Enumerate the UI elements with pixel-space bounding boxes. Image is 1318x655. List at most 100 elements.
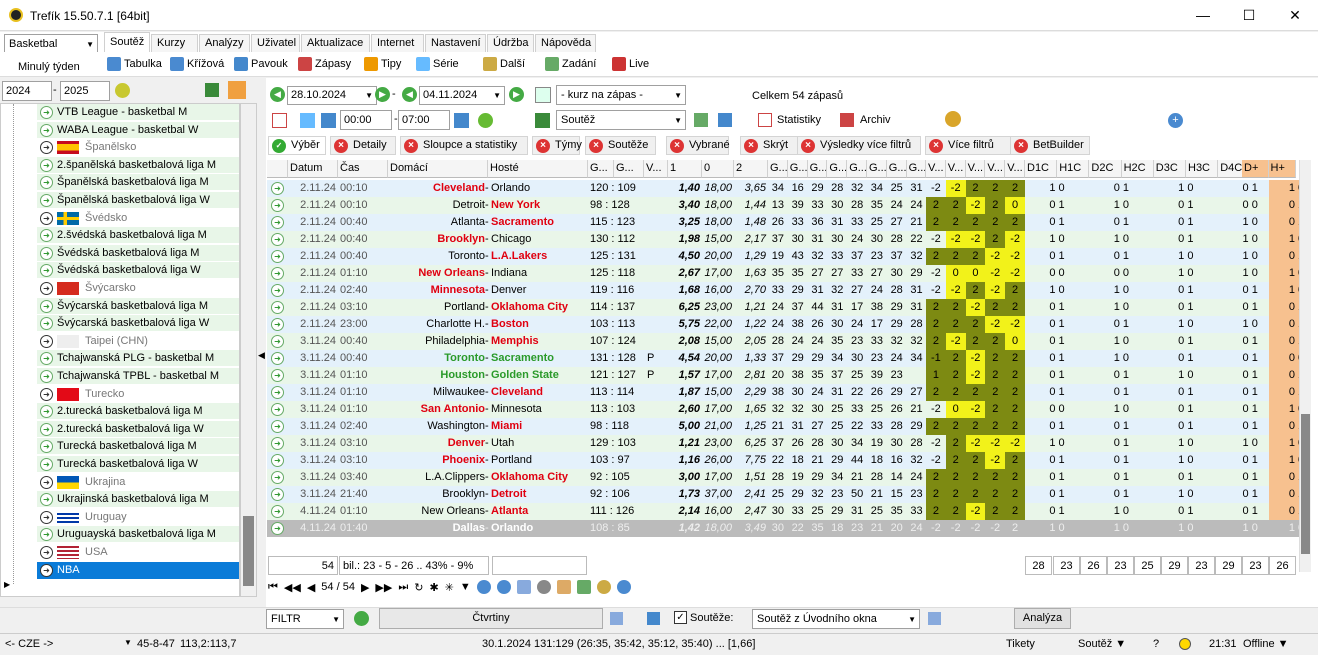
column-header[interactable]: D1C <box>1025 160 1058 178</box>
first-icon[interactable] <box>300 113 315 128</box>
expand-icon[interactable]: ➜ <box>40 334 53 348</box>
menu-tab[interactable]: Údržba <box>487 34 534 52</box>
table-row[interactable]: ➜ 4.11.24 01:10 New Orleans Atlanta - 111 : 12… <box>267 503 1299 520</box>
table-row[interactable]: ➜ 3.11.24 21:40 Brooklyn Detroit - 92 : 106 1,7… <box>267 486 1299 503</box>
expand-icon[interactable]: ➜ <box>40 458 53 471</box>
grid-icon[interactable] <box>694 113 708 127</box>
filter-select[interactable]: FILTR ▼ <box>266 609 344 629</box>
prev-date-button[interactable]: ◀ <box>270 87 285 102</box>
archive-button[interactable]: Archiv <box>860 114 891 126</box>
year-to-spinner[interactable]: 2025 <box>60 81 110 101</box>
column-header[interactable]: G... <box>906 160 927 178</box>
close-button[interactable]: ✕ <box>1272 0 1318 31</box>
table-row[interactable]: ➜ 3.11.24 03:10 Denver Utah - 129 : 103 1,21 23,… <box>267 435 1299 452</box>
expand-icon[interactable]: ➜ <box>40 387 53 401</box>
money-icon[interactable] <box>535 113 550 128</box>
menu-tab[interactable]: Soutěž <box>104 32 150 52</box>
column-header[interactable]: Domácí <box>388 160 488 178</box>
expand-icon[interactable]: ➜ <box>40 317 53 331</box>
column-header[interactable]: V... <box>945 160 966 178</box>
expand-icon[interactable]: ➜ <box>40 475 53 489</box>
menu-tab[interactable]: Internet <box>371 34 424 52</box>
league-item[interactable]: ➜ 2.turecká basketbalová liga M <box>37 403 239 421</box>
league-item[interactable]: ➜ 2.španělská basketbalová liga M <box>37 156 239 174</box>
country-item[interactable]: ➜ Uruguay <box>37 508 239 526</box>
minimize-button[interactable]: — <box>1180 0 1226 31</box>
league-item[interactable]: ➜ Tchajwanská TPBL - basketbal M <box>37 368 239 385</box>
filter-tab[interactable]: × Soutěže <box>585 136 656 155</box>
expand-icon[interactable]: ➜ <box>40 405 53 419</box>
go-arrow-icon[interactable]: ➜ <box>271 250 284 263</box>
expand-icon[interactable]: ➜ <box>40 440 53 454</box>
year-from-spinner[interactable]: 2024 <box>2 81 52 101</box>
expand-icon[interactable]: ➜ <box>40 176 53 190</box>
country-item[interactable]: ➜ Španělsko <box>37 139 239 157</box>
ball-icon[interactable] <box>115 83 130 98</box>
analyza-button[interactable]: Analýza <box>1014 608 1071 629</box>
table-row[interactable]: ➜ 3.11.24 01:10 Milwaukee Cleveland - 113 : 11… <box>267 384 1299 401</box>
table-row[interactable]: ➜ 2.11.24 00:10 Cleveland Orlando - 120 : 109 1… <box>267 180 1299 197</box>
go-arrow-icon[interactable]: ➜ <box>271 301 284 314</box>
league-item-selected[interactable]: ➜ NBA <box>37 561 239 579</box>
apply-filter-icon[interactable] <box>354 611 369 626</box>
online-status[interactable]: Offline ▼ <box>1243 638 1289 650</box>
stats-button[interactable]: Statistiky <box>777 114 821 126</box>
search-icon[interactable] <box>476 580 491 594</box>
go-arrow-icon[interactable]: ➜ <box>271 182 284 195</box>
expand-icon[interactable]: ➜ <box>40 528 53 542</box>
expand-icon[interactable]: ➜ <box>40 123 53 137</box>
column-header[interactable]: H2C <box>1121 160 1154 178</box>
column-header[interactable]: G... <box>787 160 808 178</box>
table-row[interactable]: ➜ 3.11.24 00:40 Toronto Sacramento - 131 : 128… <box>267 350 1299 367</box>
column-header[interactable]: D3C <box>1153 160 1186 178</box>
menu-tab[interactable]: Analýzy <box>199 34 250 52</box>
prev-page-button[interactable]: ◀◀ <box>284 581 301 594</box>
filter-icon[interactable]: ▼ <box>460 581 471 593</box>
league-item[interactable]: ➜ WABA League - basketbal W <box>37 121 239 139</box>
confirm-icon[interactable] <box>478 113 493 128</box>
coins-icon[interactable] <box>596 580 611 594</box>
table-row[interactable]: ➜ 2.11.24 00:40 Atlanta Sacramento - 115 : 123… <box>267 214 1299 231</box>
table-row[interactable]: ➜ 3.11.24 01:10 San Antonio Minnesota - 113 : … <box>267 401 1299 418</box>
gear-icon[interactable] <box>536 580 551 594</box>
toolbar-series-button[interactable]: Série <box>416 57 459 71</box>
go-arrow-icon[interactable]: ➜ <box>271 505 284 518</box>
country-item[interactable]: ➜ USA <box>37 544 239 561</box>
expand-icon[interactable]: ➜ <box>40 141 53 155</box>
expand-icon[interactable]: ➜ <box>40 546 53 559</box>
league-item[interactable]: ➜ Švýcarská basketbalová liga M <box>37 297 239 315</box>
expand-icon[interactable]: ➜ <box>40 299 53 313</box>
column-header[interactable]: Čas <box>338 160 388 178</box>
column-header[interactable]: V... <box>926 160 946 178</box>
play-forward-icon[interactable] <box>454 113 469 128</box>
period-label[interactable]: Minulý týden <box>18 61 80 73</box>
league-item[interactable]: ➜ Turecká basketbalová liga W <box>37 456 239 473</box>
league-item[interactable]: ➜ Švédská basketbalová liga M <box>37 244 239 262</box>
table-row[interactable]: ➜ 3.11.24 01:10 Houston Golden State - 121 : 1… <box>267 367 1299 384</box>
column-header[interactable]: G... <box>807 160 828 178</box>
column-header[interactable]: D2C <box>1089 160 1122 178</box>
refresh-button[interactable]: ↻ <box>414 581 423 594</box>
last-record-button[interactable]: ⏭ <box>398 581 408 594</box>
table-row[interactable]: ➜ 3.11.24 02:40 Washington Miami - 98 : 118 5,0… <box>267 418 1299 435</box>
money-icon[interactable] <box>205 83 219 97</box>
teams-icon[interactable] <box>228 81 246 99</box>
date-to-field[interactable]: 04.11.2024 ▼ <box>419 86 505 105</box>
filter-tab[interactable]: × BetBuilder <box>1010 136 1090 155</box>
country-item[interactable]: ➜ Turecko <box>37 385 239 403</box>
tree-scrollbar[interactable] <box>240 103 257 597</box>
filter-tab[interactable]: × Výsledky více filtrů <box>797 136 921 155</box>
go-arrow-icon[interactable]: ➜ <box>271 216 284 229</box>
play-back-icon[interactable] <box>321 113 336 128</box>
prev-date2-button[interactable]: ◀ <box>402 87 417 102</box>
bar-chart-icon[interactable] <box>718 113 732 127</box>
column-header[interactable]: G... <box>614 160 644 178</box>
quarters-button[interactable]: Čtvrtiny <box>379 608 603 629</box>
country-item[interactable]: ➜ Švýcarsko <box>37 280 239 297</box>
tikety-button[interactable]: Tikety <box>1006 638 1035 650</box>
arrow-right-icon[interactable] <box>535 87 551 103</box>
table-row[interactable]: ➜ 2.11.24 23:00 Charlotte H. Boston - 103 : 11… <box>267 316 1299 333</box>
prev-record-button[interactable]: ◀ <box>307 581 315 594</box>
country-item[interactable]: ➜ Ukrajina <box>37 473 239 491</box>
expand-icon[interactable]: ➜ <box>40 493 53 507</box>
